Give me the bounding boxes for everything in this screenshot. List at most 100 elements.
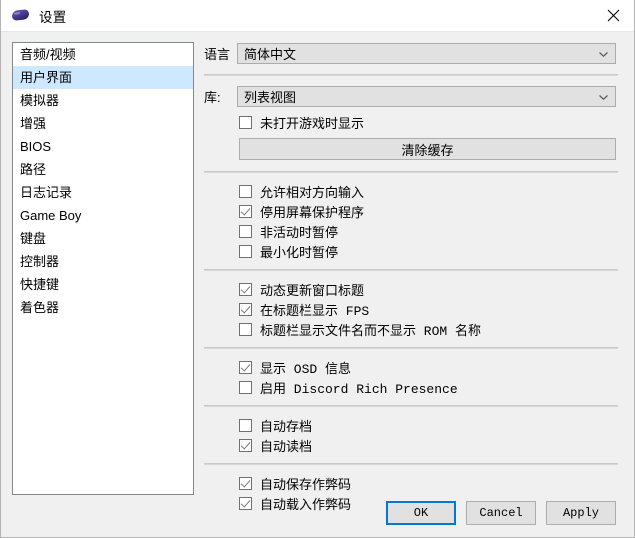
titlebar-group: 动态更新窗口标题 在标题栏显示 FPS 标题栏显示文件名而不显示 ROM 名称 (239, 279, 618, 339)
sidebar-item-controllers[interactable]: 控制器 (13, 250, 193, 273)
ok-label: OK (413, 506, 429, 520)
settings-panel: 语言 简体中文 库: 列表视图 未打开游戏时显示 清除缓存 允许相对方向输入 停… (204, 42, 618, 512)
sidebar-item-label: Game Boy (20, 208, 82, 223)
sidebar-item-label: 音频/视频 (20, 47, 76, 62)
show-when-no-game-checkbox[interactable] (239, 115, 252, 129)
dynamic-window-title-row[interactable]: 动态更新窗口标题 (239, 279, 618, 299)
sidebar-item-label: 用户界面 (20, 70, 73, 85)
sidebar-item-label: BIOS (20, 139, 52, 154)
auto-save-cheats-label: 自动保存作弊码 (260, 476, 352, 492)
sidebar-item-paths[interactable]: 路径 (13, 158, 193, 181)
show-when-no-game-label: 未打开游戏时显示 (260, 115, 365, 131)
divider (204, 405, 618, 407)
show-osd-label: 显示 OSD 信息 (260, 361, 352, 377)
sidebar-item-keyboard[interactable]: 键盘 (13, 227, 193, 250)
window-title: 设置 (39, 9, 67, 25)
gamepad-icon (11, 6, 30, 25)
allow-opposing-directions-label: 允许相对方向输入 (260, 184, 365, 200)
show-filename-not-rom-label: 标题栏显示文件名而不显示 ROM 名称 (260, 323, 482, 339)
sidebar-item-bios[interactable]: BIOS (13, 135, 193, 158)
chevron-down-icon (599, 51, 608, 57)
disable-screensaver-label: 停用屏幕保护程序 (260, 204, 365, 220)
settings-window: 设置 音频/视频 用户界面 模拟器 增强 BIOS 路径 日志记录 Game B… (0, 0, 635, 538)
close-icon[interactable] (590, 0, 634, 31)
language-label: 语言 (204, 47, 231, 62)
ok-button[interactable]: OK (386, 501, 456, 525)
pause-on-focus-loss-label: 非活动时暂停 (260, 224, 339, 240)
category-list[interactable]: 音频/视频 用户界面 模拟器 增强 BIOS 路径 日志记录 Game Boy … (12, 42, 194, 495)
divider (204, 347, 618, 349)
show-osd-checkbox[interactable] (239, 360, 252, 374)
sidebar-item-shortcuts[interactable]: 快捷键 (13, 273, 193, 296)
pause-on-minimize-checkbox[interactable] (239, 244, 252, 258)
pause-on-focus-loss-checkbox[interactable] (239, 224, 252, 238)
language-row: 语言 简体中文 (204, 42, 618, 65)
sidebar-item-enhancements[interactable]: 增强 (13, 112, 193, 135)
auto-load-state-label: 自动读档 (260, 438, 313, 454)
show-filename-not-rom-checkbox[interactable] (239, 322, 252, 336)
sidebar-item-logging[interactable]: 日志记录 (13, 181, 193, 204)
pause-on-minimize-row[interactable]: 最小化时暂停 (239, 241, 618, 261)
show-osd-row[interactable]: 显示 OSD 信息 (239, 357, 618, 377)
show-fps-in-title-label: 在标题栏显示 FPS (260, 303, 370, 319)
sidebar-item-shaders[interactable]: 着色器 (13, 296, 193, 319)
auto-save-cheats-row[interactable]: 自动保存作弊码 (239, 473, 618, 493)
auto-load-state-row[interactable]: 自动读档 (239, 435, 618, 455)
disable-screensaver-row[interactable]: 停用屏幕保护程序 (239, 201, 618, 221)
library-select[interactable]: 列表视图 (237, 86, 616, 107)
show-when-no-game-row[interactable]: 未打开游戏时显示 (239, 112, 618, 132)
auto-save-cheats-checkbox[interactable] (239, 476, 252, 490)
sidebar-item-label: 键盘 (20, 231, 47, 246)
sidebar-item-emulator[interactable]: 模拟器 (13, 89, 193, 112)
divider (204, 269, 618, 271)
cancel-button[interactable]: Cancel (466, 501, 536, 525)
pause-on-focus-loss-row[interactable]: 非活动时暂停 (239, 221, 618, 241)
sidebar-item-label: 日志记录 (20, 185, 73, 200)
auto-save-state-row[interactable]: 自动存档 (239, 415, 618, 435)
show-filename-not-rom-row[interactable]: 标题栏显示文件名而不显示 ROM 名称 (239, 319, 618, 339)
show-fps-in-title-row[interactable]: 在标题栏显示 FPS (239, 299, 618, 319)
library-value: 列表视图 (244, 90, 297, 105)
auto-load-state-checkbox[interactable] (239, 438, 252, 452)
auto-load-cheats-checkbox[interactable] (239, 496, 252, 510)
behavior-group: 允许相对方向输入 停用屏幕保护程序 非活动时暂停 最小化时暂停 (239, 181, 618, 261)
divider (204, 463, 618, 465)
discord-rich-presence-row[interactable]: 启用 Discord Rich Presence (239, 377, 618, 397)
sidebar-item-audio-video[interactable]: 音频/视频 (13, 43, 193, 66)
dynamic-window-title-label: 动态更新窗口标题 (260, 282, 365, 298)
allow-opposing-directions-checkbox[interactable] (239, 184, 252, 198)
sidebar-item-label: 着色器 (20, 300, 60, 315)
save-state-group: 自动存档 自动读档 (239, 415, 618, 455)
pause-on-minimize-label: 最小化时暂停 (260, 244, 339, 260)
sidebar-item-user-interface[interactable]: 用户界面 (13, 66, 193, 89)
language-value: 简体中文 (244, 47, 297, 62)
sidebar-item-label: 增强 (20, 116, 47, 131)
auto-save-state-checkbox[interactable] (239, 418, 252, 432)
sidebar-item-label: 模拟器 (20, 93, 60, 108)
discord-rich-presence-checkbox[interactable] (239, 380, 252, 394)
clear-cache-label: 清除缓存 (401, 142, 454, 158)
show-fps-in-title-checkbox[interactable] (239, 302, 252, 316)
auto-load-cheats-label: 自动载入作弊码 (260, 496, 352, 512)
sidebar-item-label: 路径 (20, 162, 47, 177)
cancel-label: Cancel (479, 506, 523, 520)
library-row: 库: 列表视图 (204, 85, 618, 108)
sidebar-item-game-boy[interactable]: Game Boy (13, 204, 193, 227)
dynamic-window-title-checkbox[interactable] (239, 282, 252, 296)
osd-group: 显示 OSD 信息 启用 Discord Rich Presence (239, 357, 618, 397)
disable-screensaver-checkbox[interactable] (239, 204, 252, 218)
language-select[interactable]: 简体中文 (237, 43, 616, 64)
chevron-down-icon (599, 94, 608, 100)
auto-save-state-label: 自动存档 (260, 418, 313, 434)
title-bar: 设置 (1, 0, 634, 32)
clear-cache-button[interactable]: 清除缓存 (239, 138, 616, 160)
discord-rich-presence-label: 启用 Discord Rich Presence (260, 381, 458, 397)
apply-label: Apply (562, 506, 599, 520)
sidebar-item-label: 控制器 (20, 254, 60, 269)
divider (204, 171, 618, 173)
sidebar-item-label: 快捷键 (20, 277, 60, 292)
divider (204, 74, 618, 76)
dialog-buttons: OK Cancel Apply (386, 501, 616, 525)
apply-button[interactable]: Apply (546, 501, 616, 525)
allow-opposing-directions-row[interactable]: 允许相对方向输入 (239, 181, 618, 201)
